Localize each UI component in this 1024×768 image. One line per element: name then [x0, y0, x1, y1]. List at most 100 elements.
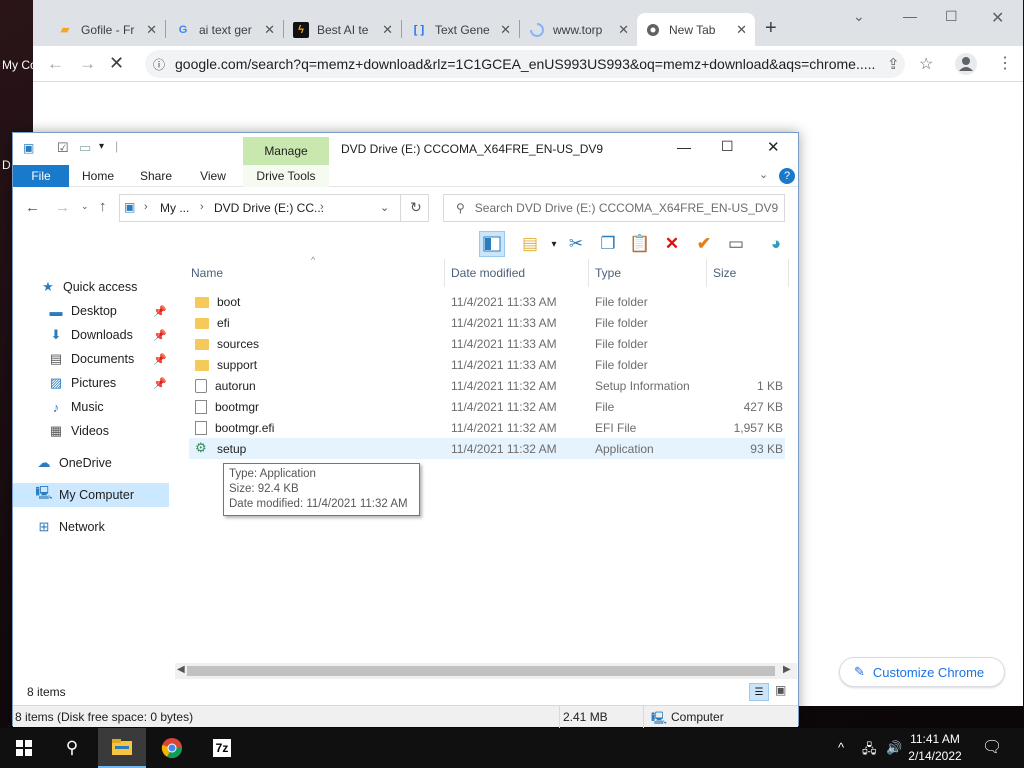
pin-icon[interactable]: 📌 [153, 305, 167, 318]
new-tab-button[interactable]: + [765, 17, 777, 40]
details-view-icon[interactable]: ☰ [749, 683, 769, 701]
scroll-right-icon[interactable]: ▶ [783, 664, 791, 675]
close-icon[interactable]: ✕ [767, 138, 780, 156]
nav-onedrive[interactable]: ☁ OneDrive [13, 451, 173, 475]
column-type[interactable]: Type [593, 259, 707, 287]
close-tab-icon[interactable]: ✕ [382, 22, 393, 38]
search-button[interactable]: ⚲ [48, 728, 96, 768]
close-window-icon[interactable]: ✕ [991, 8, 1004, 28]
chrome-tab-4[interactable]: [ ] Text Gene ✕ [403, 13, 519, 46]
search-box[interactable]: ⚲ Search DVD Drive (E:) CCCOMA_X64FRE_EN… [443, 194, 785, 222]
taskbar-7zip[interactable]: 7z [198, 728, 246, 768]
address-dropdown-icon[interactable]: ⌄ [380, 201, 389, 214]
file-row-sources[interactable]: sources 11/4/2021 11:33 AM File folder [189, 333, 785, 354]
nav-music[interactable]: ♪ Music [13, 395, 173, 419]
preview-pane-icon[interactable] [479, 231, 505, 257]
chevron-down-icon[interactable]: ⌄ [853, 8, 865, 25]
file-row-support[interactable]: support 11/4/2021 11:33 AM File folder [189, 354, 785, 375]
refresh-icon[interactable]: ↻ [410, 199, 422, 216]
expand-ribbon-icon[interactable]: ⌄ [759, 168, 768, 181]
close-tab-icon[interactable]: ✕ [500, 22, 511, 38]
scroll-left-icon[interactable]: ◀ [177, 664, 185, 675]
close-tab-icon[interactable]: ✕ [618, 22, 629, 38]
file-row-bootmgr[interactable]: bootmgr 11/4/2021 11:32 AM File 427 KB [189, 396, 785, 417]
maximize-icon[interactable]: ☐ [945, 8, 958, 25]
tab-share[interactable]: Share [131, 165, 181, 187]
omnibox[interactable]: ⓘ google.com/search?q=memz+download&rlz=… [145, 50, 905, 78]
minimize-icon[interactable]: — [677, 139, 691, 155]
globe-icon[interactable]: ◕ [763, 231, 789, 257]
nav-pictures[interactable]: ▨ Pictures 📌 [13, 371, 173, 395]
chrome-tab-1[interactable]: ▰ Gofile - Fr ✕ [49, 13, 165, 46]
back-icon[interactable]: ← [47, 54, 64, 74]
profile-icon[interactable] [955, 53, 977, 75]
quick-access-dropdown-icon[interactable]: ▾ [99, 141, 104, 152]
volume-icon[interactable]: 🔊 [886, 740, 902, 756]
checkmark-icon[interactable]: ✔ [691, 231, 717, 257]
clock-date[interactable]: 2/14/2022 [904, 749, 966, 763]
file-row-boot[interactable]: boot 11/4/2021 11:33 AM File folder [189, 291, 785, 312]
tab-view[interactable]: View [189, 165, 237, 187]
pin-icon[interactable]: 📌 [153, 353, 167, 366]
minimize-icon[interactable]: — [903, 8, 917, 24]
chrome-tab-3[interactable]: ϟ Best AI te ✕ [285, 13, 401, 46]
column-name[interactable]: Name [189, 259, 445, 287]
forward-icon[interactable]: → [55, 199, 70, 216]
rename-icon[interactable]: ▭ [723, 231, 749, 257]
stop-loading-icon[interactable]: ✕ [109, 53, 124, 74]
new-folder-icon[interactable]: ▭ [79, 140, 91, 156]
nav-documents[interactable]: ▤ Documents 📌 [13, 347, 173, 371]
up-icon[interactable]: ↑ [99, 198, 107, 215]
tab-file[interactable]: File [13, 165, 69, 187]
desktop-icon-label-2[interactable]: D [2, 158, 11, 172]
scrollbar-thumb[interactable] [187, 666, 775, 676]
close-tab-icon[interactable]: ✕ [264, 22, 275, 38]
nav-videos[interactable]: ▦ Videos [13, 419, 173, 443]
chrome-tab-2[interactable]: G ai text ger ✕ [167, 13, 283, 46]
manage-tab[interactable]: Manage [243, 137, 329, 165]
info-icon[interactable]: ⓘ [153, 56, 165, 73]
copy-icon[interactable]: ❐ [595, 231, 621, 257]
customize-chrome-button[interactable]: ✎ Customize Chrome [839, 657, 1005, 687]
clock-time[interactable]: 11:41 AM [904, 732, 966, 746]
pin-icon[interactable]: 📌 [153, 329, 167, 342]
paste-icon[interactable]: 📋 [627, 231, 653, 257]
file-row-bootmgr-efi[interactable]: bootmgr.efi 11/4/2021 11:32 AM EFI File … [189, 417, 785, 438]
desktop-icon-label[interactable]: My Co [2, 58, 37, 72]
delete-icon[interactable]: ✕ [659, 231, 685, 257]
close-tab-icon[interactable]: ✕ [146, 22, 157, 38]
network-icon[interactable]: 🖧 [862, 740, 877, 762]
folder-options-icon[interactable]: ▤ [517, 231, 543, 257]
taskbar-file-explorer[interactable] [98, 728, 146, 768]
nav-desktop[interactable]: ▬ Desktop 📌 [13, 299, 173, 323]
nav-downloads[interactable]: ⬇ Downloads 📌 [13, 323, 173, 347]
chrome-tab-5[interactable]: www.torp ✕ [521, 13, 637, 46]
maximize-icon[interactable]: ☐ [721, 138, 734, 155]
show-hidden-icons-icon[interactable]: ^ [838, 740, 844, 755]
address-bar[interactable]: ▣ › My ... › DVD Drive (E:) CC... › ⌄ ↻ [119, 194, 429, 222]
start-button[interactable] [0, 728, 48, 768]
chrome-tab-active[interactable]: New Tab ✕ [637, 13, 755, 46]
large-icons-view-icon[interactable]: ▣ [775, 683, 786, 697]
notifications-icon[interactable]: 🗨 [982, 737, 1002, 757]
close-tab-icon[interactable]: ✕ [736, 22, 747, 38]
breadcrumb-dvd-drive[interactable]: DVD Drive (E:) CC... [214, 201, 324, 215]
tab-drive-tools[interactable]: Drive Tools [243, 165, 329, 187]
nav-my-computer[interactable]: 🖳 My Computer [13, 483, 169, 507]
menu-dots-icon[interactable]: ⋮ [997, 53, 1013, 73]
column-size[interactable]: Size [711, 259, 789, 287]
file-row-autorun[interactable]: autorun 11/4/2021 11:32 AM Setup Informa… [189, 375, 785, 396]
file-row-setup[interactable]: ⚙ setup 11/4/2021 11:32 AM Application 93… [189, 438, 785, 459]
url-text[interactable]: google.com/search?q=memz+download&rlz=1C… [175, 56, 875, 72]
tab-home[interactable]: Home [73, 165, 123, 187]
back-icon[interactable]: ← [25, 199, 40, 216]
properties-icon[interactable]: ☑ [57, 140, 69, 156]
recent-locations-icon[interactable]: ⌄ [81, 201, 89, 212]
file-row-efi[interactable]: efi 11/4/2021 11:33 AM File folder [189, 312, 785, 333]
taskbar-chrome[interactable] [148, 728, 196, 768]
nav-quick-access[interactable]: ★ Quick access [13, 275, 173, 299]
nav-network[interactable]: ⊞ Network [13, 515, 173, 539]
forward-icon[interactable]: → [79, 54, 96, 74]
column-date-modified[interactable]: Date modified [449, 259, 589, 287]
breadcrumb-my-computer[interactable]: My ... [160, 201, 189, 215]
